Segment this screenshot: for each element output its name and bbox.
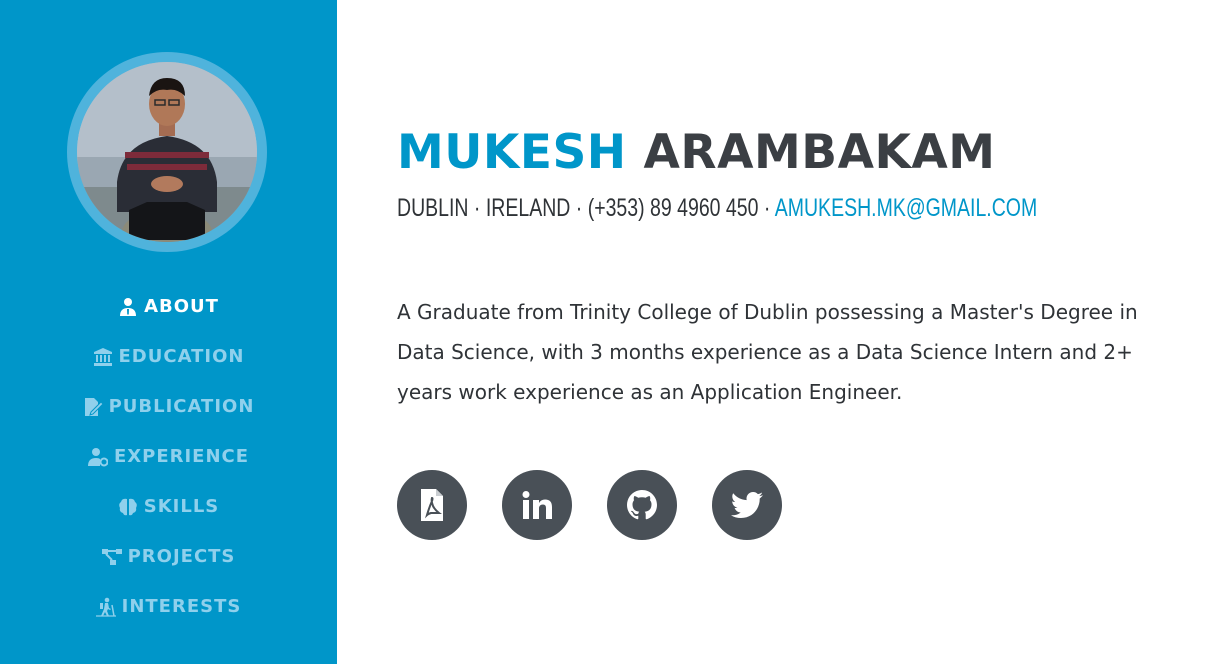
email-link[interactable]: AMUKESH.MK@GMAIL.COM xyxy=(775,194,1037,222)
sidebar-nav: ABOUT EDUCATION PUBLICATION EXPERIENCE S… xyxy=(0,282,337,632)
project-diagram-icon xyxy=(101,547,122,567)
last-name: ARAMBAKAM xyxy=(643,125,996,180)
nav-label: ABOUT xyxy=(144,296,219,317)
nav-item-experience[interactable]: EXPERIENCE xyxy=(0,432,337,482)
university-icon xyxy=(93,347,113,367)
location-phone: DUBLIN · IRELAND · (+353) 89 4960 450 · xyxy=(397,194,775,222)
linkedin-button[interactable] xyxy=(502,470,572,540)
nav-label: SKILLS xyxy=(143,496,220,517)
nav-item-about[interactable]: ABOUT xyxy=(0,282,337,332)
nav-label: EXPERIENCE xyxy=(113,446,250,467)
file-pdf-icon xyxy=(421,489,443,521)
bio-text: A Graduate from Trinity College of Dubli… xyxy=(397,300,1138,404)
user-cog-icon xyxy=(87,447,108,467)
brain-icon xyxy=(118,497,138,517)
user-tie-icon xyxy=(118,297,138,317)
contact-line: DUBLIN · IRELAND · (+353) 89 4960 450 · … xyxy=(397,192,1037,224)
sidebar: ABOUT EDUCATION PUBLICATION EXPERIENCE S… xyxy=(0,0,337,664)
nav-item-interests[interactable]: INTERESTS xyxy=(0,582,337,632)
twitter-button[interactable] xyxy=(712,470,782,540)
twitter-icon xyxy=(731,492,763,518)
hiking-icon xyxy=(95,597,116,617)
nav-label: PUBLICATION xyxy=(108,396,255,417)
linkedin-icon xyxy=(522,491,552,519)
nav-item-publication[interactable]: PUBLICATION xyxy=(0,382,337,432)
nav-item-education[interactable]: EDUCATION xyxy=(0,332,337,382)
profile-photo xyxy=(77,62,257,242)
first-name: MUKESH xyxy=(397,125,627,180)
avatar xyxy=(77,62,257,242)
github-icon xyxy=(627,490,657,520)
avatar-ring xyxy=(67,52,267,252)
nav-item-skills[interactable]: SKILLS xyxy=(0,482,337,532)
nav-label: PROJECTS xyxy=(127,546,236,567)
github-button[interactable] xyxy=(607,470,677,540)
nav-label: INTERESTS xyxy=(121,596,242,617)
page-title: MUKESH ARAMBAKAM xyxy=(397,122,996,184)
file-signature-icon xyxy=(83,397,103,417)
nav-label: EDUCATION xyxy=(118,346,245,367)
resume-pdf-button[interactable] xyxy=(397,470,467,540)
nav-item-projects[interactable]: PROJECTS xyxy=(0,532,337,582)
social-icons xyxy=(397,470,817,540)
